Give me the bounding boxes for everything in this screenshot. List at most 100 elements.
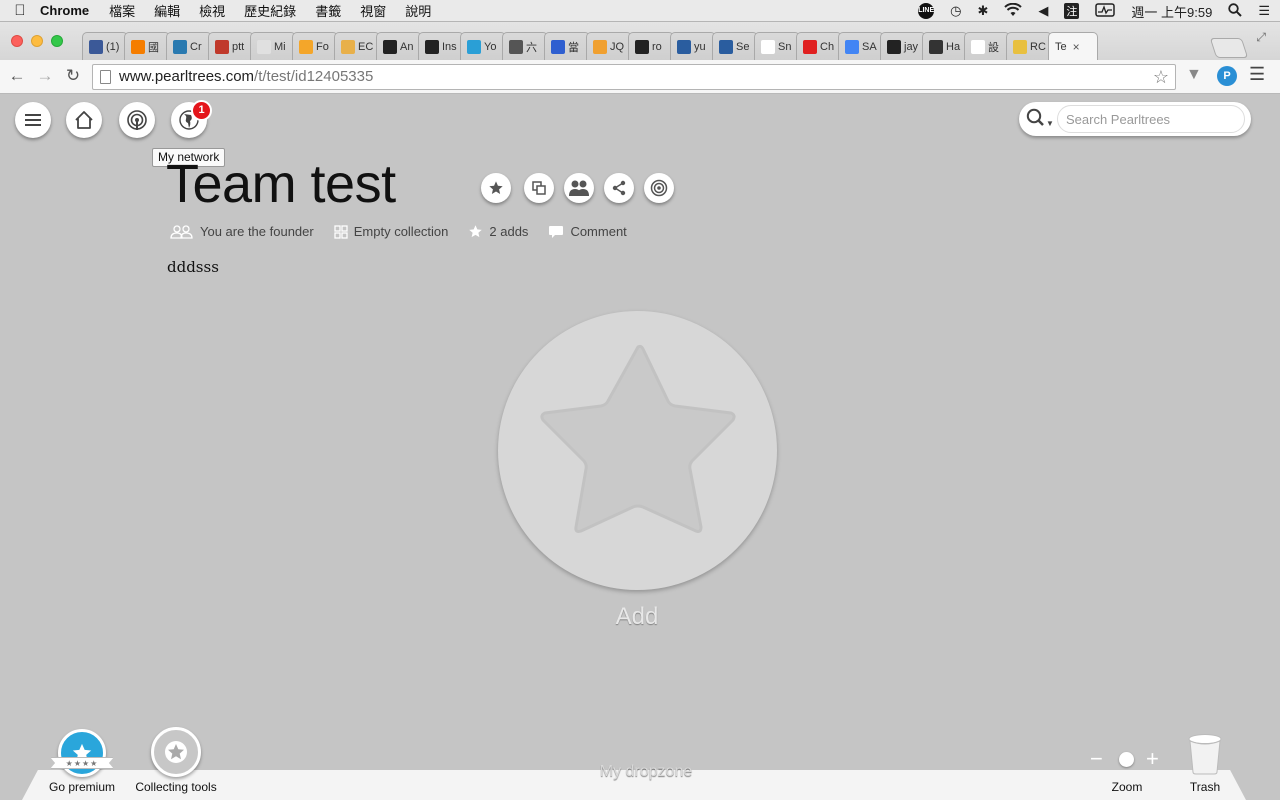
copy-button[interactable] — [524, 173, 554, 203]
tab-label: 當 — [568, 41, 579, 54]
add-button[interactable] — [498, 311, 777, 590]
browser-tab[interactable]: Fo — [292, 32, 338, 60]
browser-tab[interactable]: Se — [712, 32, 758, 60]
menu-help[interactable]: 說明 — [405, 1, 431, 20]
browser-tab[interactable]: JQ — [586, 32, 632, 60]
fullscreen-icon[interactable]: ⤢ — [1256, 30, 1266, 45]
add-label: Add — [615, 603, 659, 630]
back-icon[interactable]: ← — [6, 65, 28, 87]
close-window-button[interactable] — [11, 35, 23, 47]
spotlight-icon[interactable] — [1228, 2, 1243, 20]
minimize-window-button[interactable] — [31, 35, 43, 47]
browser-tab[interactable]: 設 — [964, 32, 1010, 60]
bookmark-star-icon[interactable]: ☆ — [1153, 65, 1169, 89]
ime-icon[interactable]: 注 — [1064, 3, 1080, 19]
line-icon[interactable]: LINE — [918, 3, 935, 19]
hamburger-menu-button[interactable] — [15, 102, 51, 138]
search-icon[interactable] — [1026, 108, 1046, 128]
browser-tab[interactable]: Ins — [418, 32, 464, 60]
browser-tab[interactable]: SA — [838, 32, 884, 60]
go-premium-button[interactable] — [58, 729, 106, 777]
news-feed-button[interactable] — [119, 102, 155, 138]
tab-label: Te — [1055, 40, 1067, 53]
search-input[interactable] — [1057, 105, 1245, 133]
zoom-slider-knob[interactable] — [1119, 752, 1134, 767]
star-icon — [165, 741, 187, 763]
browser-tab[interactable]: ro — [628, 32, 674, 60]
browser-tab[interactable]: Ch — [796, 32, 842, 60]
wifi-icon[interactable] — [1004, 2, 1023, 20]
tab-label: jay — [904, 40, 919, 53]
menu-bookmarks[interactable]: 書籤 — [315, 1, 341, 20]
notification-center-icon[interactable]: ☰ — [1258, 3, 1270, 19]
maximize-window-button[interactable] — [51, 35, 63, 47]
go-premium-label[interactable]: Go premium — [49, 780, 115, 794]
tab-label: RC — [1030, 40, 1046, 53]
new-tab-button[interactable] — [1209, 38, 1249, 58]
collecting-tools-button[interactable] — [151, 727, 201, 777]
browser-tab[interactable]: EC — [334, 32, 380, 60]
y-icon — [929, 39, 943, 54]
collection-description[interactable]: dddsss — [167, 258, 219, 276]
tab-label: ptt — [232, 40, 245, 53]
circle-icon — [257, 39, 271, 54]
browser-tab[interactable]: 當 — [544, 32, 590, 60]
trash-label[interactable]: Trash — [1190, 780, 1220, 794]
team-button[interactable] — [564, 173, 594, 203]
tab-label: EC — [358, 40, 374, 53]
apple-icon[interactable]:  — [0, 2, 40, 19]
browser-tab[interactable]: ptt — [208, 32, 254, 60]
extension-icon[interactable]: P — [1217, 66, 1237, 86]
dropzone-label: My dropzone — [599, 763, 693, 780]
browser-tab[interactable]: Yo — [460, 32, 506, 60]
share-button[interactable] — [604, 173, 634, 203]
menu-history[interactable]: 歷史紀錄 — [244, 1, 296, 20]
zoom-out-icon[interactable]: − — [1090, 748, 1103, 770]
browser-tab[interactable]: An — [376, 32, 422, 60]
browser-tab[interactable]: Te × — [1048, 32, 1098, 60]
chrome-menu-icon[interactable]: ☰ — [1249, 64, 1265, 85]
pearltrees-extension-icon[interactable]: ▼ — [1186, 66, 1206, 86]
app-name[interactable]: Chrome — [40, 3, 89, 18]
pick-button[interactable] — [481, 173, 511, 203]
activity-monitor-icon[interactable] — [1095, 2, 1116, 20]
browser-tab[interactable]: RC — [1006, 32, 1052, 60]
browser-tab[interactable]: jay — [880, 32, 926, 60]
close-tab-icon[interactable]: × — [1073, 40, 1080, 54]
trash-icon[interactable] — [1187, 733, 1223, 775]
menu-edit[interactable]: 編輯 — [154, 1, 180, 20]
volume-icon[interactable]: ◀ — [1038, 3, 1048, 19]
tab-label: JQ — [610, 40, 625, 53]
browser-tab[interactable]: Mi — [250, 32, 296, 60]
target-button[interactable] — [644, 173, 674, 203]
browser-tab[interactable]: 六 — [502, 32, 548, 60]
zoom-in-icon[interactable]: + — [1146, 748, 1159, 770]
home-button[interactable] — [66, 102, 102, 138]
tab-label: yu — [694, 40, 706, 53]
copy-icon — [532, 181, 546, 195]
target-icon — [650, 179, 668, 197]
browser-tab[interactable]: 國 — [124, 32, 170, 60]
hamburger-icon — [25, 114, 41, 126]
reload-icon[interactable]: ↻ — [62, 65, 84, 87]
address-bar[interactable]: www.pearltrees.com/t/test/id12405335 ☆ — [92, 64, 1176, 90]
menubar-clock[interactable]: 週一 上午9:59 — [1131, 2, 1212, 21]
browser-tab[interactable]: Sn — [754, 32, 800, 60]
chevron-down-icon[interactable]: ▼ — [1046, 119, 1054, 128]
menu-window[interactable]: 視窗 — [360, 1, 386, 20]
collecting-tools-label[interactable]: Collecting tools — [135, 780, 216, 794]
browser-tab[interactable]: yu — [670, 32, 716, 60]
forward-icon[interactable]: → — [34, 65, 56, 87]
facebook-icon — [89, 39, 103, 54]
browser-tab[interactable]: Cr — [166, 32, 212, 60]
menu-view[interactable]: 檢視 — [199, 1, 225, 20]
time-machine-icon[interactable]: ◷ — [950, 3, 961, 19]
menu-file[interactable]: 檔案 — [109, 1, 135, 20]
page-icon — [761, 39, 775, 54]
bluetooth-icon[interactable]: ✱ — [978, 3, 989, 19]
tab-label: An — [400, 40, 414, 53]
browser-tab[interactable]: Ha — [922, 32, 968, 60]
adds-info[interactable]: 2 adds — [468, 224, 528, 239]
comment-link[interactable]: Comment — [548, 224, 627, 239]
browser-tab[interactable]: (1) — [82, 32, 128, 60]
